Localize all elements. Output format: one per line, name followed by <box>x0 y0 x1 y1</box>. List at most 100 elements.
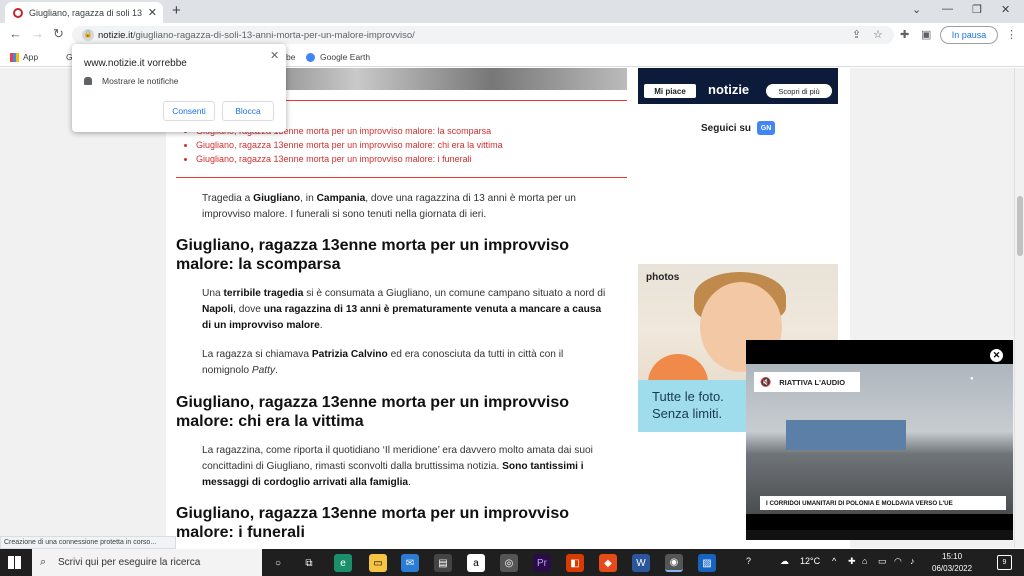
store-icon[interactable]: ▤ <box>434 554 452 572</box>
page-scrollbar[interactable] <box>1014 68 1024 548</box>
tab-close-icon[interactable]: ✕ <box>148 6 157 19</box>
back-icon[interactable]: ← <box>9 26 22 41</box>
lock-icon[interactable]: 🔒 <box>82 29 94 41</box>
video-building-shape <box>786 420 906 450</box>
block-label: Blocca <box>235 106 261 116</box>
volume-icon[interactable]: ♪ <box>910 556 915 566</box>
paragraph: Una terribile tragedia si è consumata a … <box>202 286 612 334</box>
site-favicon-icon <box>13 7 23 18</box>
help-icon[interactable]: ? <box>746 556 751 566</box>
text: Una <box>202 288 224 299</box>
floating-video-player[interactable]: ✕ 🔇 RIATTIVA L'AUDIO ● I CORRIDOI UMANITA… <box>746 340 1013 540</box>
bookmark-be[interactable]: be <box>286 52 295 62</box>
allow-label: Consenti <box>172 106 206 116</box>
intro-paragraph: Tragedia a Giugliano, in Campania, dove … <box>202 191 612 223</box>
firefox-icon[interactable]: ◆ <box>599 554 617 572</box>
block-button[interactable]: Blocca <box>222 101 274 121</box>
address-bar[interactable]: 🔒 notizie.it /giugliano-ragazza-di-soli-… <box>72 26 894 44</box>
url-domain: notizie.it <box>98 29 133 41</box>
unmute-label: RIATTIVA L'AUDIO <box>779 377 846 387</box>
edge-icon[interactable]: e <box>334 554 352 572</box>
file-explorer-icon[interactable]: ▭ <box>369 554 387 572</box>
bookmark-star-icon[interactable]: ☆ <box>873 28 883 41</box>
muted-speaker-icon: 🔇 <box>760 376 772 387</box>
tray-app-icon[interactable]: ⌂ <box>862 556 867 566</box>
clock[interactable]: 15:10 06/03/2022 <box>932 551 972 575</box>
text-bold: Patrizia Calvino <box>311 349 388 360</box>
maximize-icon[interactable]: ❐ <box>972 3 982 16</box>
tab-active[interactable]: Giugliano, ragazza di soli 13 anni ✕ <box>5 2 163 23</box>
site-logo: notizie <box>708 82 750 97</box>
battery-icon[interactable]: ▭ <box>878 556 887 567</box>
status-bar: Creazione di una connessione protetta in… <box>0 536 176 549</box>
discover-button[interactable]: Scopri di più <box>766 84 832 98</box>
video-controls-bar[interactable] <box>746 530 1013 540</box>
google-news-icon[interactable]: GN <box>757 121 776 135</box>
extensions-icon[interactable]: ✚ <box>900 28 909 41</box>
divider <box>176 177 627 178</box>
reload-icon[interactable]: ↻ <box>53 26 64 42</box>
text-bold: Campania <box>316 193 366 204</box>
follow-us[interactable]: Seguici su GN <box>701 121 776 135</box>
cortana-icon[interactable]: ○ <box>269 554 287 572</box>
like-button[interactable]: Mi piace <box>644 84 696 98</box>
taskbar: ⌕ Scrivi qui per eseguire la ricerca ○ ⧉… <box>0 549 1024 576</box>
amazon-icon[interactable]: a <box>467 554 485 572</box>
bookmark-apps-label: App <box>23 52 39 62</box>
side-panel-icon[interactable]: ▣ <box>921 28 931 41</box>
menu-icon[interactable]: ⋮ <box>1006 28 1017 41</box>
network-icon[interactable]: ◠ <box>894 556 902 567</box>
text: , dove <box>233 304 264 315</box>
office-icon[interactable]: ◧ <box>566 554 584 572</box>
tray-app-icon[interactable]: ✚ <box>848 556 856 567</box>
premiere-icon[interactable]: Pr <box>533 554 551 572</box>
section-heading: Giugliano, ragazza 13enne morta per un i… <box>176 237 569 273</box>
url-path: /giugliano-ragazza-di-soli-13-anni-morta… <box>132 29 415 41</box>
search-icon: ⌕ <box>40 556 47 568</box>
paragraph: La ragazzina, come riporta il quotidiano… <box>202 443 612 491</box>
google-earth-icon <box>306 52 315 62</box>
tab-title: Giugliano, ragazza di soli 13 anni <box>29 7 144 18</box>
temperature[interactable]: 12°C <box>800 556 820 566</box>
popup-close-icon[interactable]: ✕ <box>270 49 279 62</box>
social-banner: Mi piace notizie Scopri di più <box>638 68 838 104</box>
word-icon[interactable]: W <box>632 554 650 572</box>
windows-start-icon[interactable] <box>8 556 21 569</box>
ad-text-line: Senza limiti. <box>652 406 723 421</box>
profile-paused-button[interactable]: In pausa <box>940 26 998 44</box>
photos-icon[interactable]: ▨ <box>698 554 716 572</box>
bookmark-google-earth[interactable]: Google Earth <box>306 52 370 62</box>
scrollbar-thumb[interactable] <box>1017 196 1023 256</box>
text: . <box>408 477 411 488</box>
bookmark-be-label: be <box>286 52 296 62</box>
notification-center-icon[interactable]: 9 <box>997 555 1012 570</box>
app-icon[interactable]: ◎ <box>500 554 518 572</box>
task-view-icon[interactable]: ⧉ <box>300 554 318 572</box>
new-tab-icon[interactable]: + <box>172 2 181 19</box>
allow-button[interactable]: Consenti <box>163 101 215 121</box>
clock-time: 15:10 <box>942 552 963 561</box>
toc-link[interactable]: Giugliano, ragazza 13enne morta per un i… <box>196 138 503 152</box>
tray-chevron-icon[interactable]: ^ <box>832 556 836 566</box>
weather-icon[interactable]: ☁ <box>780 556 789 567</box>
text: si è consumata a Giugliano, un comune ca… <box>303 288 606 299</box>
text: , in <box>300 193 317 204</box>
window-close-icon[interactable]: ✕ <box>1001 3 1010 16</box>
video-close-icon[interactable]: ✕ <box>990 349 1003 362</box>
chrome-icon[interactable]: ◉ <box>665 554 683 572</box>
tab-strip: Giugliano, ragazza di soli 13 anni ✕ + ⌄… <box>0 0 1024 23</box>
ad-text-line: Tutte le foto. <box>652 389 724 404</box>
taskbar-search[interactable]: ⌕ Scrivi qui per eseguire la ricerca <box>32 549 262 576</box>
share-icon[interactable]: ⇪ <box>852 28 861 41</box>
mail-icon[interactable]: ✉ <box>401 554 419 572</box>
minimize-icon[interactable]: — <box>942 3 953 15</box>
bookmark-apps[interactable]: App <box>10 52 38 62</box>
forward-icon[interactable]: → <box>31 26 44 41</box>
section-heading: Giugliano, ragazza 13enne morta per un i… <box>176 394 569 430</box>
like-label: Mi piace <box>654 86 686 96</box>
popup-permission-text: Mostrare le notifiche <box>102 76 179 86</box>
toc-link[interactable]: Giugliano, ragazza 13enne morta per un i… <box>196 152 503 166</box>
unmute-button[interactable]: 🔇 RIATTIVA L'AUDIO <box>754 372 860 392</box>
chevron-down-icon[interactable]: ⌄ <box>912 3 921 16</box>
popup-permission-line: Mostrare le notifiche <box>84 76 179 86</box>
